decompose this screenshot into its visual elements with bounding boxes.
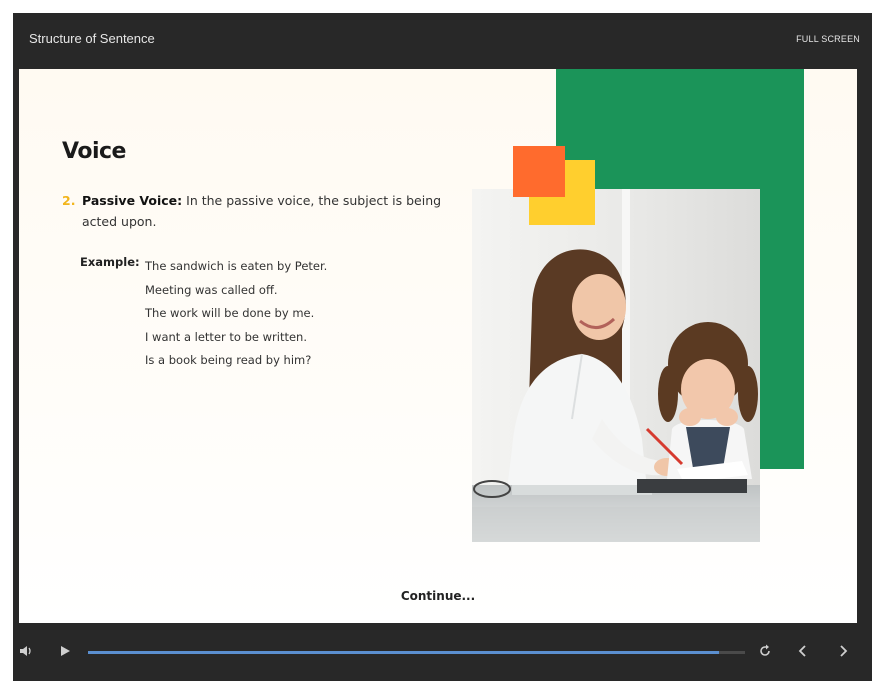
example-sentence: Meeting was called off. xyxy=(145,282,278,297)
player-frame: Structure of Sentence FULL SCREEN Voice … xyxy=(13,13,872,681)
example-sentence: The work will be done by me. xyxy=(145,306,315,320)
point-term: Passive Voice: xyxy=(82,193,183,208)
replay-icon[interactable] xyxy=(756,644,774,662)
playback-controls xyxy=(13,633,872,673)
example-list: The sandwich is eaten by Peter. Meeting … xyxy=(145,255,327,373)
progress-fill xyxy=(88,651,719,654)
chevron-right-icon[interactable] xyxy=(834,644,852,662)
volume-icon[interactable] xyxy=(17,644,35,662)
point-number: 2. xyxy=(62,193,76,208)
example-sentence: The sandwich is eaten by Peter. xyxy=(145,259,328,273)
passive-voice-point: 2. Passive Voice: In the passive voice, … xyxy=(62,190,442,232)
progress-bar[interactable] xyxy=(88,651,745,654)
teacher-child-photo xyxy=(472,189,760,542)
fullscreen-button[interactable]: FULL SCREEN xyxy=(796,34,860,44)
continue-button[interactable]: Continue... xyxy=(19,589,857,603)
slide-heading: Voice xyxy=(62,139,126,164)
orange-decor-square xyxy=(513,146,565,197)
course-player: Structure of Sentence FULL SCREEN Voice … xyxy=(0,0,872,681)
point-body: Passive Voice: In the passive voice, the… xyxy=(82,190,442,232)
example-sentence: Is a book being read by him? xyxy=(145,353,312,367)
chevron-left-icon[interactable] xyxy=(794,644,812,662)
example-sentence: I want a letter to be written. xyxy=(145,329,307,344)
slide-canvas: Voice 2. Passive Voice: In the passive v… xyxy=(19,69,857,623)
example-label: Example: xyxy=(80,255,140,269)
course-title: Structure of Sentence xyxy=(29,31,155,46)
play-icon[interactable] xyxy=(56,644,74,662)
